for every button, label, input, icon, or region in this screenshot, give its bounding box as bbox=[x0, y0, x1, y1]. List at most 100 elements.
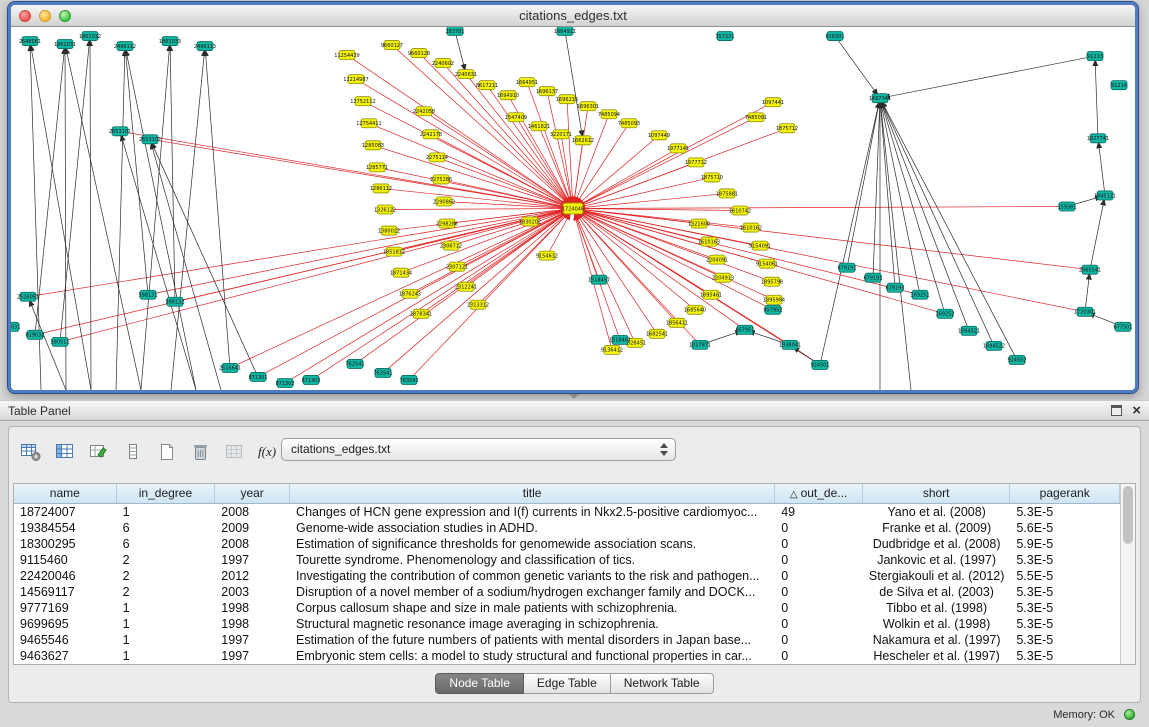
graph-node-label: 1547409 bbox=[505, 115, 527, 121]
graph-node-label: 1326122 bbox=[374, 207, 396, 213]
table-header-row: namein_degreeyeartitle△out_de...shortpag… bbox=[14, 484, 1120, 504]
table-cell: Genome-wide association studies in ADHD. bbox=[290, 520, 775, 536]
graph-node-label: 1895461 bbox=[700, 293, 722, 299]
graph-node-label: 9136412 bbox=[601, 348, 623, 354]
float-panel-icon[interactable] bbox=[1111, 405, 1122, 416]
table-cell: Dudbridge et al. (2008) bbox=[863, 536, 1010, 552]
table-row[interactable]: 969969511998Structural magnetic resonanc… bbox=[14, 616, 1120, 632]
graph-node-label: 2516641 bbox=[219, 366, 241, 372]
graph-edge bbox=[90, 36, 91, 390]
column-settings-button[interactable] bbox=[17, 438, 45, 466]
window-titlebar[interactable]: citations_edges.txt bbox=[11, 5, 1135, 27]
table-row[interactable]: 2242004622012Investigating the contribut… bbox=[14, 568, 1120, 584]
graph-node-label: 1694521 bbox=[958, 329, 980, 335]
graph-node-label: 1938041 bbox=[779, 343, 801, 349]
table-cell: 5.5E-5 bbox=[1010, 568, 1120, 584]
graph-edge bbox=[125, 46, 196, 390]
graph-node-label: 1977712 bbox=[685, 160, 707, 166]
tab-edge-table[interactable]: Edge Table bbox=[524, 673, 611, 694]
graph-node-label: 2526051 bbox=[17, 295, 39, 301]
table-scrollbar[interactable] bbox=[1120, 484, 1135, 664]
column-header-in_degree[interactable]: in_degree bbox=[117, 484, 216, 503]
graph-node-label: 1694910 bbox=[497, 93, 519, 99]
sort-ascending-icon: △ bbox=[790, 489, 798, 500]
graph-node-label: 12754411 bbox=[356, 121, 381, 127]
function-builder-button[interactable]: f(x) bbox=[255, 438, 283, 466]
column-header-title[interactable]: title bbox=[290, 484, 775, 503]
table-row[interactable]: 911546021997Tourette syndrome. Phenomeno… bbox=[14, 552, 1120, 568]
tab-node-table[interactable]: Node Table bbox=[435, 673, 524, 694]
table-cell: 1 bbox=[117, 616, 216, 632]
table-cell: 0 bbox=[775, 632, 863, 648]
graph-node-label: 1875710 bbox=[701, 175, 723, 181]
table-cell: Wolkin et al. (1998) bbox=[863, 616, 1010, 632]
import-table-button[interactable] bbox=[221, 438, 249, 466]
table-row[interactable]: 1456911722003Disruption of a novel membe… bbox=[14, 584, 1120, 600]
graph-node-label: 1696215 bbox=[556, 97, 578, 103]
graph-node-label: 1694522 bbox=[983, 344, 1005, 350]
table-row[interactable]: 946362711997Embryonic stem cells: a mode… bbox=[14, 648, 1120, 664]
table-panel-title: Table Panel bbox=[8, 404, 71, 418]
graph-node-label: 2240631 bbox=[455, 72, 477, 78]
table-row[interactable]: 946554611997Estimation of the future num… bbox=[14, 632, 1120, 648]
graph-edge bbox=[1098, 138, 1105, 195]
table-cell: 0 bbox=[775, 568, 863, 584]
graph-edge bbox=[141, 41, 170, 390]
table-cell: 1997 bbox=[215, 648, 290, 664]
graph-node-label: 159381 bbox=[1057, 204, 1076, 210]
tab-network-table[interactable]: Network Table bbox=[611, 673, 714, 694]
graph-node-label: 677501 bbox=[1113, 325, 1132, 331]
show-hide-columns-button[interactable] bbox=[51, 438, 79, 466]
graph-node-label: 1017871 bbox=[689, 343, 711, 349]
graph-node-label: 91213 bbox=[1087, 54, 1103, 60]
panel-resize-handle[interactable] bbox=[566, 394, 582, 399]
graph-node-label: 763541 bbox=[373, 371, 392, 377]
network-selector[interactable]: citations_edges.txt bbox=[281, 438, 676, 461]
table-cell: 9115460 bbox=[14, 552, 117, 568]
graph-node-label: 2065541 bbox=[1079, 267, 1101, 273]
table-cell: 18300295 bbox=[14, 536, 117, 552]
table-panel-titlebar[interactable]: Table Panel × bbox=[0, 400, 1149, 421]
create-table-button[interactable] bbox=[153, 438, 181, 466]
graph-node-label: 2204913 bbox=[712, 275, 734, 281]
network-canvas[interactable]: 1724046112544391221498712752112127544111… bbox=[11, 27, 1135, 390]
table-cell: 9465546 bbox=[14, 632, 117, 648]
table-cell: Yano et al. (2008) bbox=[863, 504, 1010, 520]
column-header-pagerank[interactable]: pagerank bbox=[1010, 484, 1120, 503]
table-cell: Disruption of a novel member of a sodium… bbox=[290, 584, 775, 600]
memory-status-label: Memory: OK bbox=[1053, 709, 1115, 721]
table-row[interactable]: 977716911998Corpus callosum shape and si… bbox=[14, 600, 1120, 616]
table-cell: Franke et al. (2009) bbox=[863, 520, 1010, 536]
table-scrollbar-thumb[interactable] bbox=[1123, 486, 1133, 544]
column-header-short[interactable]: short bbox=[863, 484, 1010, 503]
graph-edge bbox=[409, 209, 573, 380]
graph-node-label: 1667341 bbox=[869, 96, 891, 102]
column-header-year[interactable]: year bbox=[215, 484, 290, 503]
column-header-name[interactable]: name bbox=[14, 484, 117, 503]
graph-node-label: 2240602 bbox=[432, 61, 454, 67]
row-options-button[interactable] bbox=[119, 438, 147, 466]
close-panel-icon[interactable]: × bbox=[1132, 404, 1141, 417]
table-row[interactable]: 1872400712008Changes of HCN gene express… bbox=[14, 504, 1120, 520]
table-cell: 5.3E-5 bbox=[1010, 584, 1120, 600]
table-row[interactable]: 1938455462009Genome-wide association stu… bbox=[14, 520, 1120, 536]
graph-edge bbox=[565, 31, 583, 140]
graph-svg[interactable]: 1724046112544391221498712752112127544111… bbox=[11, 27, 1135, 390]
table-row[interactable]: 1830029562008Estimation of significance … bbox=[14, 536, 1120, 552]
table-cell: 9463627 bbox=[14, 648, 117, 664]
table-cell: 5.3E-5 bbox=[1010, 616, 1120, 632]
graph-edge bbox=[573, 128, 787, 208]
table-cell: 0 bbox=[775, 648, 863, 664]
graph-node-label: 12214987 bbox=[343, 77, 368, 83]
graph-node-label: 1861031 bbox=[54, 42, 76, 48]
graph-edge bbox=[573, 206, 1067, 208]
table-cell: 2008 bbox=[215, 504, 290, 520]
column-header-out_de[interactable]: △out_de... bbox=[775, 484, 863, 503]
graph-node-label: 2307121 bbox=[446, 264, 468, 270]
graph-node-label: 1518457 bbox=[588, 277, 610, 283]
graph-node-label: 1977141 bbox=[667, 146, 689, 152]
edit-table-button[interactable] bbox=[85, 438, 113, 466]
table-cell: 1 bbox=[117, 632, 216, 648]
graph-node-label: 283781 bbox=[445, 29, 464, 35]
delete-table-button[interactable] bbox=[187, 438, 215, 466]
